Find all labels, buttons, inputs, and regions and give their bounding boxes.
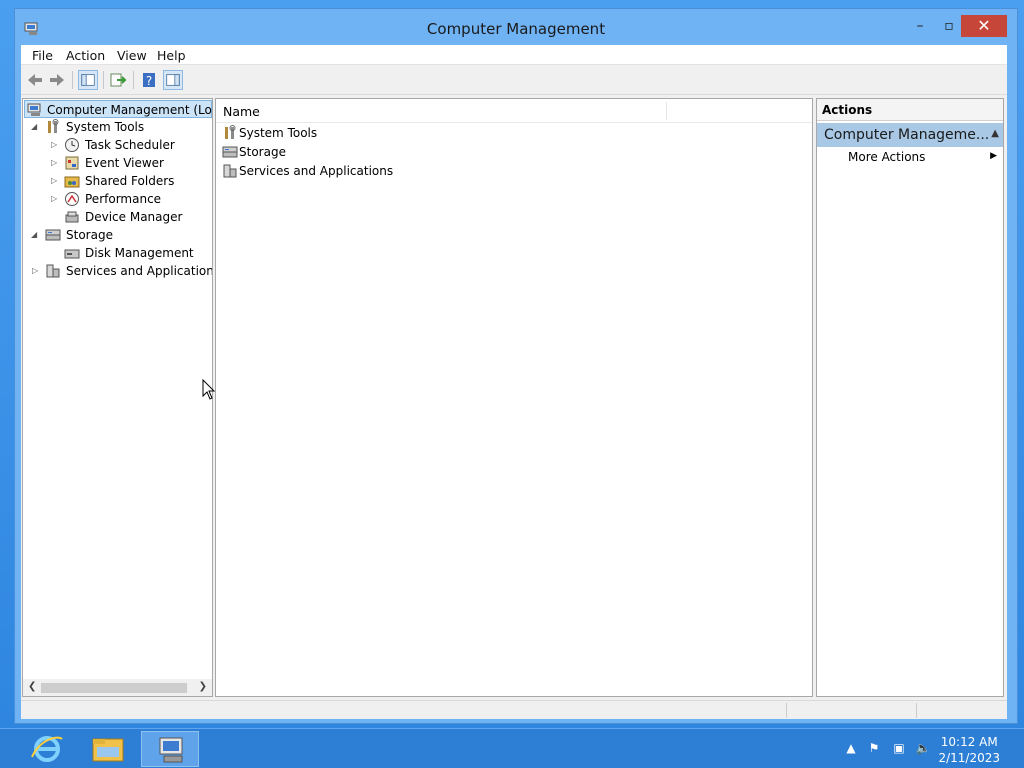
toolbar: ? <box>21 66 1007 95</box>
export-list-icon[interactable] <box>108 70 128 90</box>
tree-item-label: Performance <box>85 192 162 206</box>
toolbar-separator <box>133 71 134 89</box>
tree-item-label: Storage <box>66 228 113 242</box>
performance-gauge-icon <box>65 192 79 206</box>
tools-icon <box>48 119 59 133</box>
clock-date: 2/11/2023 <box>938 751 1000 765</box>
menu-file[interactable]: File <box>32 48 53 63</box>
tree-item-label: System Tools <box>66 120 145 134</box>
services-icon <box>46 264 60 278</box>
status-divider <box>786 703 787 718</box>
computer-management-icon <box>27 103 41 116</box>
help-icon[interactable]: ? <box>139 70 159 90</box>
tree-item-computer-management[interactable]: Computer Management (Local <box>24 100 212 118</box>
toolbar-separator <box>72 71 73 89</box>
menu-action[interactable]: Action <box>66 48 105 63</box>
status-bar <box>21 700 1007 719</box>
volume-muted-icon[interactable]: 🔈 <box>915 741 931 757</box>
services-icon <box>223 164 237 178</box>
actions-section-label: Computer Manageme... <box>824 127 990 143</box>
network-icon[interactable]: ▣ <box>891 741 907 757</box>
show-hide-action-pane-icon[interactable] <box>163 70 183 90</box>
list-item-label: Services and Applications <box>239 164 394 178</box>
device-manager-icon <box>65 211 79 223</box>
taskbar: ▲ ⚑ ▣ 🔈 10:12 AM 2/11/2023 <box>0 728 1024 768</box>
disk-icon <box>64 249 80 259</box>
column-header-name[interactable]: Name <box>223 104 260 119</box>
tree-item-label: Disk Management <box>85 246 194 260</box>
tree-item-label: Services and Applications <box>66 264 213 278</box>
clock-icon <box>65 138 79 152</box>
title-bar[interactable]: Computer Management – ▫ ✕ <box>15 9 1017 45</box>
menu-view[interactable]: View <box>117 48 147 63</box>
status-divider <box>916 703 917 718</box>
computer-management-taskbar-button[interactable] <box>141 731 199 767</box>
list-item-label: System Tools <box>239 126 318 140</box>
more-actions-item[interactable]: More Actions <box>848 150 925 164</box>
internet-explorer-icon <box>31 736 63 762</box>
collapse-arrow-icon[interactable]: ◢ <box>31 118 41 136</box>
expand-arrow-icon[interactable]: ▷ <box>51 172 61 190</box>
action-center-flag-icon[interactable]: ⚑ <box>866 741 882 757</box>
show-hide-console-tree-icon[interactable] <box>78 70 98 90</box>
show-hidden-icons-icon[interactable]: ▲ <box>843 741 859 757</box>
menu-bar: File Action View Help <box>21 45 1007 65</box>
expand-arrow-icon[interactable]: ▷ <box>32 262 42 280</box>
tree-item-label: Task Scheduler <box>85 138 175 152</box>
list-item-label: Storage <box>239 145 286 159</box>
svg-text:?: ? <box>146 74 152 88</box>
window-title: Computer Management <box>426 20 606 38</box>
mouse-cursor-icon <box>202 379 216 400</box>
collapse-caret-icon[interactable]: ▲ <box>991 128 999 139</box>
back-arrow-icon[interactable] <box>25 70 45 90</box>
storage-icon <box>222 146 238 158</box>
close-button[interactable]: ✕ <box>961 15 1007 37</box>
client-area: File Action View Help ? Computer Managem… <box>21 45 1007 719</box>
scroll-left-icon[interactable]: ❮ <box>28 681 36 692</box>
tree-item-label: Event Viewer <box>85 156 164 170</box>
event-viewer-icon <box>65 156 79 170</box>
tools-icon <box>225 125 236 139</box>
file-explorer-button[interactable] <box>79 731 137 767</box>
system-clock[interactable]: 10:12 AM 2/11/2023 <box>938 734 1000 766</box>
actions-header: Actions <box>817 99 1003 121</box>
computer-management-window: Computer Management – ▫ ✕ File Action Vi… <box>14 8 1018 724</box>
minimize-button[interactable]: – <box>906 15 934 37</box>
maximize-button[interactable]: ▫ <box>935 15 963 37</box>
column-divider[interactable] <box>666 102 667 120</box>
clock-time: 10:12 AM <box>940 735 998 749</box>
folder-icon <box>92 738 124 762</box>
horizontal-scrollbar[interactable]: ❮ ❯ <box>23 679 212 696</box>
actions-section-computer-management[interactable]: Computer Manageme... ▲ <box>817 123 1003 147</box>
computer-management-icon <box>159 737 183 763</box>
expand-arrow-icon[interactable]: ▷ <box>51 154 61 172</box>
toolbar-separator <box>103 71 104 89</box>
submenu-arrow-icon: ▶ <box>990 151 997 161</box>
menu-help[interactable]: Help <box>157 48 186 63</box>
list-header: Name <box>216 99 812 123</box>
forward-arrow-icon[interactable] <box>47 70 67 90</box>
scroll-right-icon[interactable]: ❯ <box>199 681 207 692</box>
results-pane[interactable]: Name System Tools Storage Services and A… <box>215 98 813 697</box>
scrollbar-thumb[interactable] <box>41 683 187 693</box>
console-tree-pane[interactable]: Computer Management (Local ◢ System Tool… <box>22 98 213 697</box>
storage-icon <box>45 229 61 241</box>
tree-item-label: Shared Folders <box>85 174 175 188</box>
actions-pane: Actions Computer Manageme... ▲ More Acti… <box>816 98 1004 697</box>
tree-item-label: Device Manager <box>85 210 183 224</box>
tree-item-label: Computer Management (Local <box>47 103 213 117</box>
internet-explorer-button[interactable] <box>18 731 76 767</box>
expand-arrow-icon[interactable]: ▷ <box>51 190 61 208</box>
shared-folder-icon <box>64 176 80 188</box>
collapse-arrow-icon[interactable]: ◢ <box>31 226 41 244</box>
expand-arrow-icon[interactable]: ▷ <box>51 136 61 154</box>
